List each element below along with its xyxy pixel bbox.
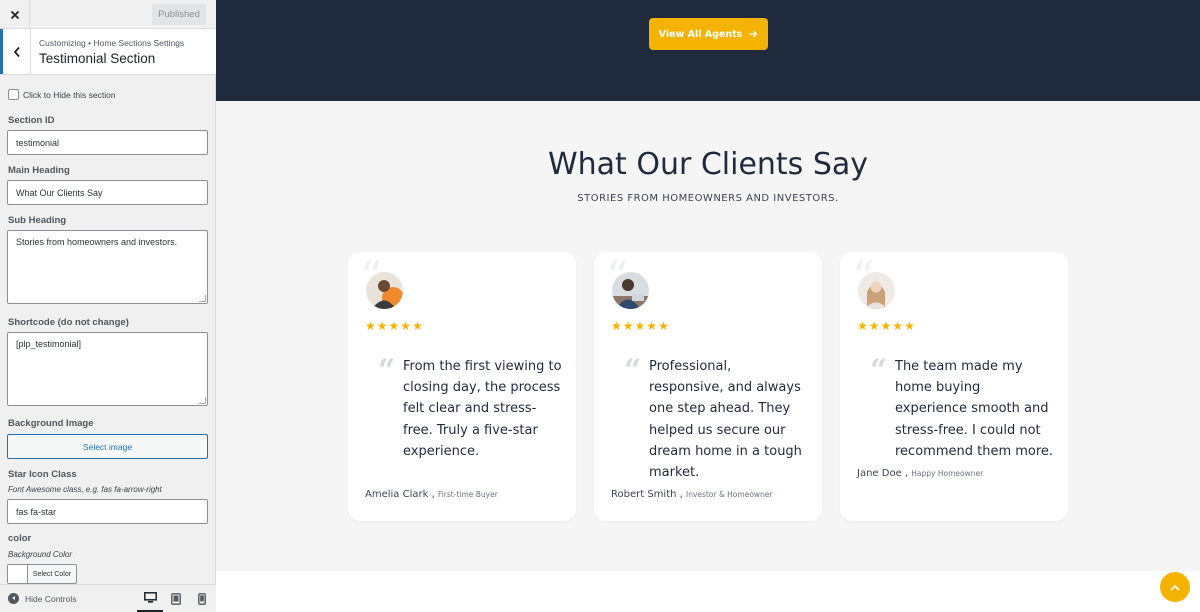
- star-icon: ★: [904, 319, 915, 333]
- section-header: Customizing • Home Sections Settings Tes…: [0, 29, 216, 75]
- device-switcher: [137, 585, 215, 612]
- testimonial-text: Professional, responsive, and always one…: [649, 359, 802, 481]
- scroll-to-top-button[interactable]: [1160, 572, 1190, 602]
- star-icon: ★: [388, 319, 400, 333]
- testimonial-author: Robert Smith , Investor & Homeowner: [611, 489, 773, 500]
- close-customizer-button[interactable]: [0, 0, 30, 29]
- color-description: Background Color: [8, 550, 73, 559]
- customizer-header: Published: [0, 0, 216, 29]
- collapse-icon: [8, 593, 19, 604]
- customizer-footer: Hide Controls: [0, 584, 216, 612]
- site-preview: View All Agents What Our Clients Say STO…: [216, 0, 1200, 612]
- author-name: Robert Smith: [611, 489, 677, 500]
- select-image-button[interactable]: Select image: [7, 434, 208, 459]
- agents-section: View All Agents: [216, 0, 1200, 101]
- color-swatch: [8, 565, 28, 583]
- star-icon: ★: [646, 319, 658, 333]
- testimonial-card: “ ★★★★★ “ From the first viewing to clos…: [348, 252, 576, 521]
- star-icon: ★: [658, 319, 669, 333]
- avatar-image: [366, 272, 403, 309]
- rating-stars: ★ ★ ★ ★ ★: [611, 320, 669, 332]
- star-icon: ★: [880, 319, 892, 333]
- author-role: First-time Buyer: [437, 490, 498, 499]
- testimonial-heading: What Our Clients Say: [547, 147, 869, 182]
- star-icon: ★: [412, 319, 423, 333]
- star-icon-label: Star Icon Class: [8, 469, 77, 480]
- color-label: color: [8, 533, 32, 544]
- star-icon: ★: [892, 319, 904, 333]
- view-all-agents-label: View All Agents: [658, 28, 743, 40]
- quote-icon: “: [378, 353, 396, 388]
- device-tablet-button[interactable]: [163, 585, 189, 612]
- testimonial-card: “ ★★★★★ “ The team made my home buying e…: [840, 252, 1068, 521]
- tablet-icon: [171, 593, 181, 605]
- hide-section-checkbox[interactable]: [8, 89, 19, 100]
- author-role: Investor & Homeowner: [686, 490, 773, 499]
- testimonial-author: Jane Doe , Happy Homeowner: [857, 468, 984, 479]
- avatar-image: [612, 272, 649, 309]
- shortcode-label: Shortcode (do not change): [8, 317, 129, 328]
- sub-heading-label: Sub Heading: [8, 215, 67, 226]
- star-icon-input[interactable]: fas fa-star: [7, 499, 208, 524]
- main-heading-input[interactable]: What Our Clients Say: [7, 180, 208, 205]
- mobile-icon: [198, 593, 206, 605]
- desktop-icon: [143, 592, 157, 603]
- quote-icon: “: [624, 353, 642, 388]
- author-name: Jane Doe: [857, 468, 902, 479]
- close-icon: [10, 10, 19, 19]
- main-heading-label: Main Heading: [8, 165, 70, 176]
- breadcrumb: Customizing • Home Sections Settings: [39, 38, 185, 48]
- star-icon: ★: [400, 319, 412, 333]
- quote-icon: “: [870, 353, 888, 388]
- hide-controls-button[interactable]: Hide Controls: [8, 593, 77, 604]
- sub-heading-textarea[interactable]: Stories from homeowners and investors.: [7, 230, 208, 304]
- resize-handle[interactable]: [199, 397, 206, 404]
- arrow-right-icon: [749, 30, 758, 38]
- device-desktop-button[interactable]: [137, 585, 163, 612]
- section-id-label: Section ID: [8, 115, 55, 126]
- testimonial-subheading: STORIES FROM HOMEOWNERS AND INVESTORS.: [577, 193, 839, 204]
- controls-panel: Click to Hide this section Section ID te…: [0, 75, 216, 584]
- avatar: [612, 272, 649, 309]
- view-all-agents-button[interactable]: View All Agents: [649, 18, 768, 50]
- back-button[interactable]: [0, 29, 31, 74]
- device-mobile-button[interactable]: [189, 585, 215, 612]
- star-icon: ★: [376, 319, 388, 333]
- author-name: Amelia Clark: [365, 489, 429, 500]
- avatar: [858, 272, 895, 309]
- chevron-up-icon: [1170, 584, 1180, 591]
- section-title: Testimonial Section: [39, 51, 156, 66]
- star-icon: ★: [857, 319, 868, 333]
- hide-section-label: Click to Hide this section: [23, 89, 116, 100]
- shortcode-value: [plp_testimonial]: [16, 339, 82, 349]
- hide-section-toggle[interactable]: Click to Hide this section: [8, 89, 116, 100]
- star-icon: ★: [868, 319, 880, 333]
- star-icon-description: Font Awesome class, e.g. fas fa-arrow-ri…: [8, 485, 162, 494]
- select-color-button[interactable]: Select Color: [7, 564, 77, 584]
- select-color-label: Select Color: [32, 570, 72, 578]
- star-icon: ★: [622, 319, 634, 333]
- testimonial-author: Amelia Clark , First-time Buyer: [365, 489, 498, 500]
- testimonial-text: From the first viewing to closing day, t…: [403, 359, 562, 459]
- rating-stars: ★ ★ ★ ★ ★: [365, 320, 423, 332]
- star-icon: ★: [634, 319, 646, 333]
- testimonial-text: The team made my home buying experience …: [895, 359, 1054, 459]
- rating-stars: ★ ★ ★ ★ ★: [857, 320, 915, 332]
- section-id-input[interactable]: testimonial: [7, 130, 208, 155]
- testimonial-card: “ ★★★★★ “ Professional, responsive, and …: [594, 252, 822, 521]
- avatar: [366, 272, 403, 309]
- author-role: Happy Homeowner: [911, 469, 984, 478]
- sub-heading-value: Stories from homeowners and investors.: [16, 237, 178, 247]
- published-button[interactable]: Published: [152, 4, 206, 25]
- avatar-image: [858, 272, 895, 309]
- background-image-label: Background Image: [8, 418, 94, 429]
- chevron-left-icon: [13, 46, 20, 57]
- resize-handle[interactable]: [199, 295, 206, 302]
- customizer-sidebar: Published Customizing • Home Sections Se…: [0, 0, 216, 612]
- shortcode-textarea[interactable]: [plp_testimonial]: [7, 332, 208, 406]
- star-icon: ★: [611, 319, 622, 333]
- hide-controls-label: Hide Controls: [25, 593, 77, 604]
- star-icon: ★: [365, 319, 376, 333]
